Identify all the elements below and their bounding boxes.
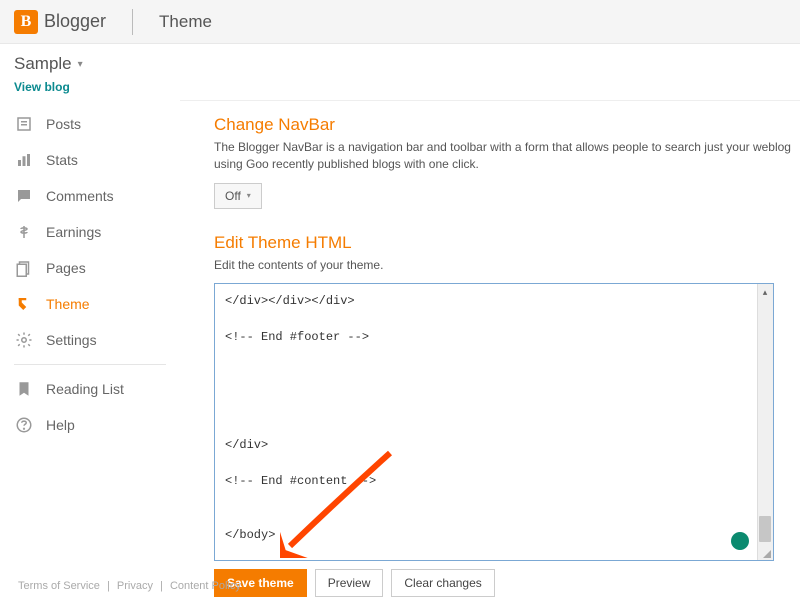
sidebar-item-earnings[interactable]: Earnings — [0, 214, 180, 250]
divider — [132, 9, 133, 35]
sidebar-item-label: Earnings — [46, 224, 166, 240]
sidebar-item-comments[interactable]: Comments — [0, 178, 180, 214]
edit-theme-html-desc: Edit the contents of your theme. — [214, 257, 794, 274]
editor-scrollbar[interactable]: ▴ — [757, 284, 773, 560]
preview-button[interactable]: Preview — [315, 569, 384, 597]
edit-theme-html-title: Edit Theme HTML — [214, 233, 800, 253]
sidebar-item-pages[interactable]: Pages — [0, 250, 180, 286]
navbar-toggle-dropdown[interactable]: Off — [214, 183, 262, 209]
comments-icon — [14, 187, 34, 205]
scroll-thumb[interactable] — [759, 516, 771, 542]
clear-changes-button[interactable]: Clear changes — [391, 569, 494, 597]
gear-icon — [14, 331, 34, 349]
editor-buttons: Save theme Preview Clear changes — [214, 569, 800, 597]
sidebar-item-label: Settings — [46, 332, 166, 348]
help-icon — [14, 416, 34, 434]
main-content: Change NavBar The Blogger NavBar is a na… — [180, 100, 800, 597]
brand-name: Blogger — [44, 11, 106, 32]
sidebar-item-settings[interactable]: Settings — [0, 322, 180, 358]
blog-selector-dropdown[interactable]: Sample — [14, 54, 83, 74]
resize-handle-icon[interactable] — [763, 550, 771, 558]
posts-icon — [14, 115, 34, 133]
subheader: Sample View blog — [0, 44, 800, 100]
sidebar-item-label: Comments — [46, 188, 166, 204]
terms-link[interactable]: Terms of Service — [14, 580, 104, 592]
sidebar-item-help[interactable]: Help — [0, 407, 180, 443]
sidebar-item-reading-list[interactable]: Reading List — [0, 371, 180, 407]
sidebar-item-label: Reading List — [46, 381, 166, 397]
divider — [14, 364, 166, 365]
blogger-logo-icon: B — [14, 10, 38, 34]
pages-icon — [14, 259, 34, 277]
earnings-icon — [14, 223, 34, 241]
sidebar: Posts Stats Comments Earnings Pages Them… — [0, 100, 180, 597]
footer-links: Terms of Service | Privacy | Content Pol… — [14, 580, 245, 592]
sidebar-item-stats[interactable]: Stats — [0, 142, 180, 178]
view-blog-link[interactable]: View blog — [14, 80, 786, 94]
stats-icon — [14, 151, 34, 169]
sidebar-item-label: Help — [46, 417, 166, 433]
bookmark-icon — [14, 380, 34, 398]
privacy-link[interactable]: Privacy — [113, 580, 157, 592]
page-title: Theme — [159, 12, 212, 32]
sidebar-item-theme[interactable]: Theme — [0, 286, 180, 322]
html-editor[interactable]: </div></div></div> <!-- End #footer --> … — [214, 283, 774, 561]
sidebar-item-label: Posts — [46, 116, 166, 132]
change-navbar-title: Change NavBar — [214, 115, 800, 135]
change-navbar-desc: The Blogger NavBar is a navigation bar a… — [214, 139, 794, 173]
theme-icon — [14, 295, 34, 313]
editor-content[interactable]: </div></div></div> <!-- End #footer --> … — [215, 284, 773, 561]
content-policy-link[interactable]: Content Policy — [166, 580, 245, 592]
sidebar-item-posts[interactable]: Posts — [0, 106, 180, 142]
scroll-up-icon[interactable]: ▴ — [757, 284, 773, 300]
sidebar-item-label: Pages — [46, 260, 166, 276]
sidebar-item-label: Stats — [46, 152, 166, 168]
sidebar-item-label: Theme — [46, 296, 166, 312]
top-bar: B Blogger Theme — [0, 0, 800, 44]
